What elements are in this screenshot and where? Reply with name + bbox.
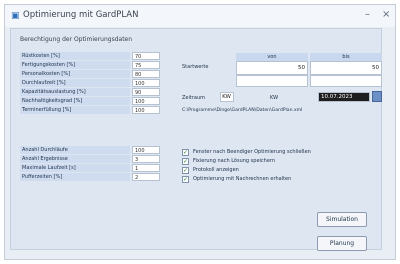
optimize-button[interactable]: Planung	[317, 236, 367, 251]
zeitraum-to-label: KW	[270, 95, 279, 101]
params_top-value-field[interactable]: 100	[132, 97, 160, 105]
params_top-row: Personalkosten [%] 80	[20, 70, 160, 78]
checkbox-label: Optimierung mit Nachrechnen erhalten	[193, 176, 292, 182]
params_top-value-field[interactable]: 80	[132, 70, 160, 78]
params_bottom-row: Pufferzeiten [%] 2	[20, 173, 160, 181]
params_top-label: Fertigungskosten [%]	[20, 61, 130, 69]
title-bar: ▣ Optimierung mit GardPLAN – ×	[5, 5, 395, 27]
simulate-button[interactable]: Simulation	[317, 212, 367, 227]
params_top-label: Terminerfüllung [%]	[20, 106, 130, 114]
params_bottom-row: Anzahl Ergebnisse 3	[20, 155, 160, 163]
params_top-label: Personalkosten [%]	[20, 70, 130, 78]
zeitraum-value-field[interactable]: 10.07.2023	[318, 92, 370, 102]
option-checkbox[interactable]: ✓ Protokoll anzeigen	[182, 166, 372, 175]
option-checkbox[interactable]: ✓ Fenster nach Beendiger Optimierung schl…	[182, 148, 372, 157]
grid-cell-bis[interactable]: 50	[310, 61, 382, 75]
params_bottom-label: Anzahl Ergebnisse	[20, 155, 130, 163]
params_bottom-value-field[interactable]: 3	[132, 155, 160, 163]
params_top-value-field[interactable]: 90	[132, 88, 160, 96]
params_top-row: Fertigungskosten [%] 75	[20, 61, 160, 69]
params_bottom-row: Maximale Laufzeit [s] 1	[20, 164, 160, 172]
grid-header-bis: bis	[310, 53, 382, 61]
checkbox-label: Fixierung nach Lösung speichern	[193, 158, 276, 164]
params_top-value-field[interactable]: 75	[132, 61, 160, 69]
grid-row-label: Startwerte	[182, 64, 209, 70]
params_bottom-label: Pufferzeiten [%]	[20, 173, 130, 181]
checkbox-label: Fenster nach Beendiger Optimierung schli…	[193, 149, 311, 155]
group-title: Berechtigung der Optimierungsdaten	[20, 36, 133, 43]
checkbox-check-icon[interactable]: ✓	[182, 158, 189, 165]
params_top-value-field[interactable]: 70	[132, 52, 160, 60]
checkbox-label: Protokoll anzeigen	[193, 167, 239, 173]
checkbox-check-icon[interactable]: ✓	[182, 176, 189, 183]
zeitraum-from-field[interactable]: KW	[220, 92, 234, 102]
params_top-value-field[interactable]: 100	[132, 106, 160, 114]
zeitraum-label: Zeitraum	[182, 95, 206, 101]
grid-cell-von[interactable]: 50	[236, 61, 308, 75]
grid-cell-empty-1[interactable]	[236, 75, 308, 87]
params_bottom-label: Anzahl Durchläufe	[20, 146, 130, 154]
checkbox-check-icon[interactable]: ✓	[182, 149, 189, 156]
params_top-row: Rüstkosten [%] 70	[20, 52, 160, 60]
window-title: Optimierung mit GardPLAN	[23, 10, 139, 20]
params_top-value-field[interactable]: 100	[132, 79, 160, 87]
grid-header-von: von	[236, 53, 308, 61]
params_top-row: Terminerfüllung [%] 100	[20, 106, 160, 114]
app-icon: ▣	[11, 11, 20, 21]
params_top-label: Kapazitätsauslastung [%]	[20, 88, 130, 96]
minimize-button[interactable]: –	[365, 9, 370, 20]
params_bottom-value-field[interactable]: 1	[132, 164, 160, 172]
close-button[interactable]: ×	[382, 9, 390, 20]
option-checkbox[interactable]: ✓ Fixierung nach Lösung speichern	[182, 157, 372, 166]
file-path: C:\Programme\Dingo\GardPLAN\Daten\GardPl…	[182, 108, 303, 113]
params_bottom-label: Maximale Laufzeit [s]	[20, 164, 130, 172]
checkbox-check-icon[interactable]: ✓	[182, 167, 189, 174]
params_top-label: Rüstkosten [%]	[20, 52, 130, 60]
params_bottom-value-field[interactable]: 2	[132, 173, 160, 181]
calendar-icon[interactable]	[372, 91, 382, 102]
params_top-label: Durchlaufzeit [%]	[20, 79, 130, 87]
grid-cell-empty-2[interactable]	[310, 75, 382, 87]
params_top-row: Kapazitätsauslastung [%] 90	[20, 88, 160, 96]
params_bottom-row: Anzahl Durchläufe 100	[20, 146, 160, 154]
option-checkbox[interactable]: ✓ Optimierung mit Nachrechnen erhalten	[182, 175, 372, 184]
params_top-label: Nachhaltigkeitsgrad [%]	[20, 97, 130, 105]
params_top-row: Nachhaltigkeitsgrad [%] 100	[20, 97, 160, 105]
params_top-row: Durchlaufzeit [%] 100	[20, 79, 160, 87]
params_bottom-value-field[interactable]: 100	[132, 146, 160, 154]
